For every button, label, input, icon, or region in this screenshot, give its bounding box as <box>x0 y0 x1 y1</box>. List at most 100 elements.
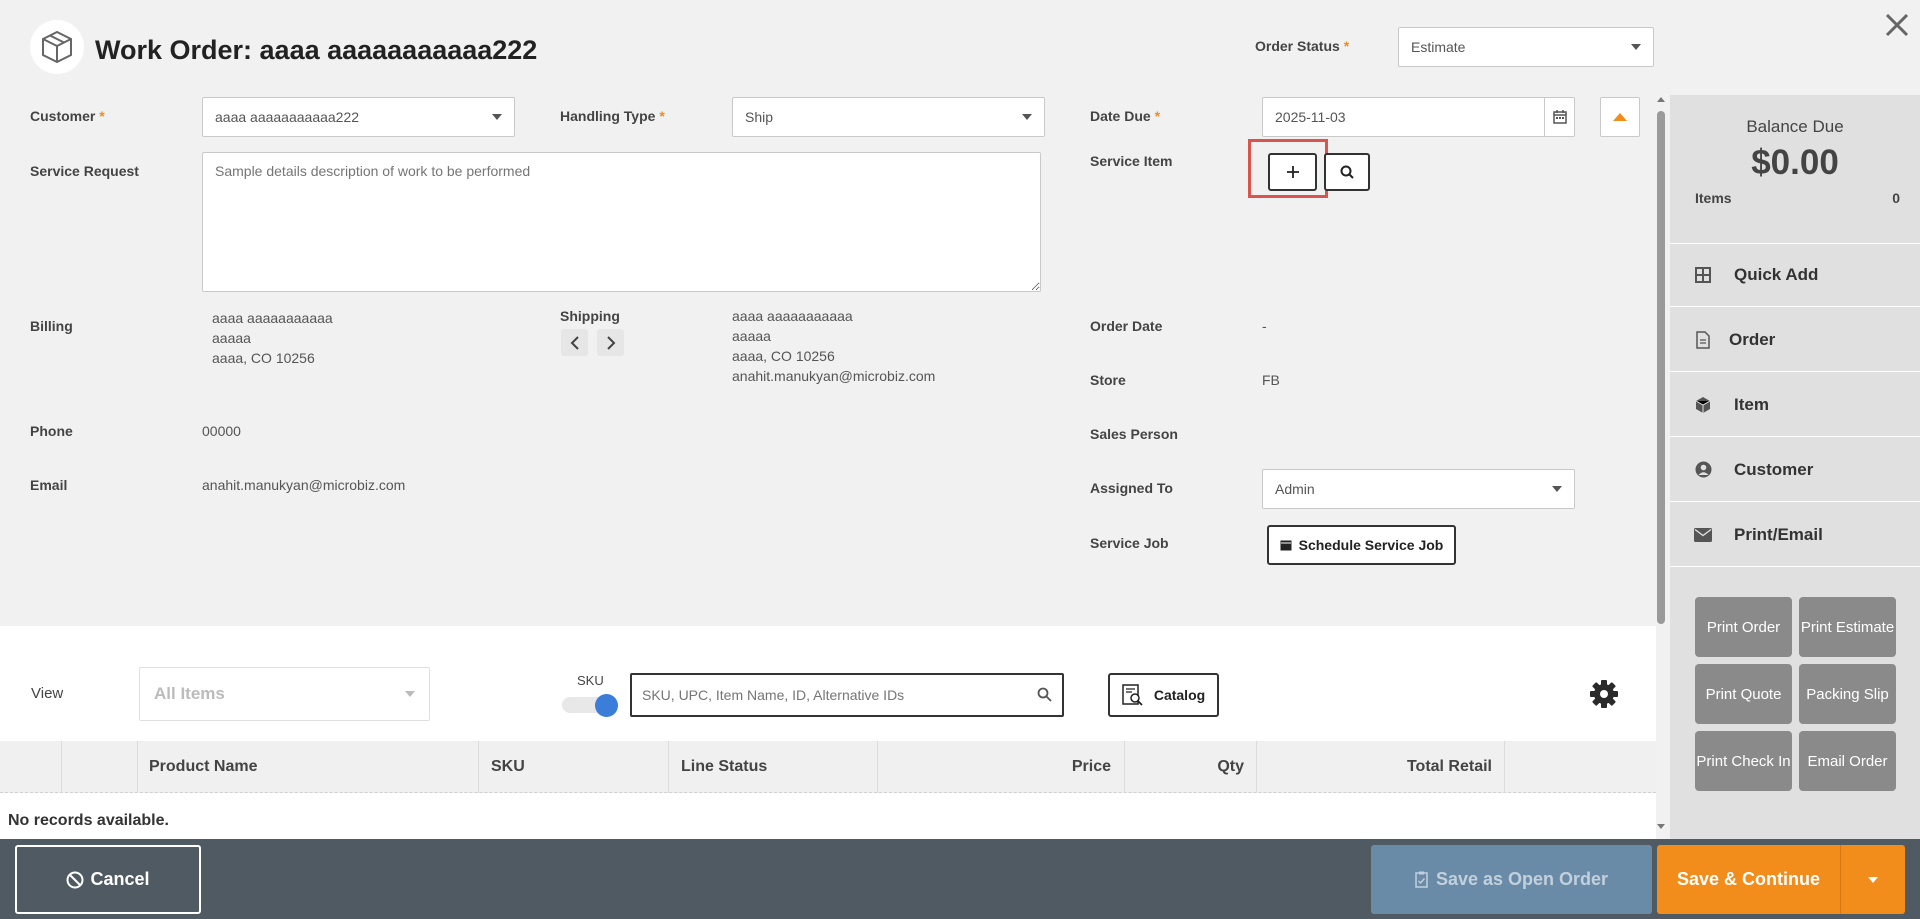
form-scrollbar[interactable] <box>1656 97 1666 627</box>
store-value: FB <box>1262 372 1280 388</box>
catalog-button[interactable]: Catalog <box>1108 673 1219 717</box>
sales-person-label: Sales Person <box>1090 426 1178 442</box>
save-open-order-button[interactable]: Save as Open Order <box>1371 845 1652 914</box>
sidebar-item-label: Customer <box>1734 459 1814 479</box>
page-title: Work Order: aaaa aaaaaaaaaaa222 <box>95 35 538 65</box>
sidebar-item-quick-add[interactable]: Quick Add <box>1670 243 1920 307</box>
handling-type-select[interactable]: Ship <box>732 97 1045 137</box>
chevron-right-icon <box>606 335 615 350</box>
caret-up-icon <box>1613 113 1627 121</box>
date-due-input[interactable]: 2025-11-03 <box>1262 97 1575 137</box>
sku-toggle[interactable] <box>562 694 619 717</box>
column-header-sku[interactable]: SKU <box>479 741 669 793</box>
column-header-product-name[interactable]: Product Name <box>138 741 479 793</box>
prev-address-button[interactable] <box>561 329 588 356</box>
save-continue-button[interactable]: Save & Continue <box>1657 845 1840 914</box>
sidebar-item-item[interactable]: Item <box>1670 373 1920 437</box>
next-address-button[interactable] <box>597 329 624 356</box>
view-select[interactable]: All Items <box>139 667 430 721</box>
shipping-line: aaaa aaaaaaaaaaa <box>732 308 853 324</box>
chevron-down-icon <box>405 691 415 697</box>
sidebar-item-print-email[interactable]: Print/Email <box>1670 503 1920 567</box>
table-col-actions <box>62 741 138 793</box>
chevron-down-icon <box>1868 876 1878 883</box>
order-status-label: Order Status * <box>1255 38 1350 54</box>
print-order-button[interactable]: Print Order <box>1695 597 1792 657</box>
email-order-button[interactable]: Email Order <box>1799 731 1896 791</box>
email-label: Email <box>30 477 68 493</box>
sidebar-item-label: Print/Email <box>1734 524 1823 544</box>
phone-value: 00000 <box>202 423 241 439</box>
search-icon[interactable] <box>1037 687 1052 702</box>
shipping-address: aaaa aaaaaaaaaaa aaaaa aaaa, CO 10256 an… <box>732 306 935 386</box>
view-label: View <box>31 685 64 702</box>
shipping-line: aaaaa <box>732 328 771 344</box>
print-quote-button[interactable]: Print Quote <box>1695 664 1792 724</box>
cancel-button[interactable]: Cancel <box>15 845 201 914</box>
shipping-line: anahit.manukyan@microbiz.com <box>732 368 936 384</box>
sidebar-item-customer[interactable]: Customer <box>1670 438 1920 502</box>
email-value: anahit.manukyan@microbiz.com <box>202 477 406 493</box>
column-header-qty[interactable]: Qty <box>1125 741 1257 793</box>
packing-slip-button[interactable]: Packing Slip <box>1799 664 1896 724</box>
shipping-label: Shipping <box>560 308 620 324</box>
close-icon[interactable] <box>1882 10 1912 40</box>
empty-table-message: No records available. <box>8 812 169 829</box>
chevron-down-icon <box>1552 486 1562 492</box>
print-estimate-button[interactable]: Print Estimate <box>1799 597 1896 657</box>
billing-line: aaaaa <box>212 330 251 346</box>
handling-type-label: Handling Type * <box>560 108 665 124</box>
save-options-dropdown[interactable] <box>1840 845 1905 914</box>
customer-select[interactable]: aaaa aaaaaaaaaaa222 <box>202 97 515 137</box>
assigned-to-label: Assigned To <box>1090 480 1173 496</box>
items-count-label: Items <box>1695 190 1732 206</box>
billing-label: Billing <box>30 318 73 334</box>
assigned-to-select[interactable]: Admin <box>1262 469 1575 509</box>
shipping-line: aaaa, CO 10256 <box>732 348 835 364</box>
date-due-label: Date Due * <box>1090 108 1161 124</box>
items-panel <box>0 626 1656 839</box>
billing-address: aaaa aaaaaaaaaaa aaaaa aaaa, CO 10256 <box>212 308 333 368</box>
user-circle-icon <box>1692 461 1714 478</box>
collapse-button[interactable] <box>1600 97 1640 137</box>
sidebar-item-label: Order <box>1729 329 1776 349</box>
calendar-icon <box>1280 540 1292 551</box>
service-item-label: Service Item <box>1090 153 1173 169</box>
grid-icon <box>1692 267 1714 283</box>
column-header-price[interactable]: Price <box>878 741 1125 793</box>
billing-line: aaaa, CO 10256 <box>212 350 315 366</box>
gear-icon[interactable] <box>1589 679 1619 709</box>
item-search-field[interactable] <box>642 675 1022 715</box>
order-date-label: Order Date <box>1090 318 1163 334</box>
schedule-service-job-button[interactable]: Schedule Service Job <box>1267 525 1456 565</box>
table-col-select <box>0 741 62 793</box>
service-request-label: Service Request <box>30 163 139 179</box>
item-search-input[interactable] <box>630 673 1064 717</box>
box-icon <box>1692 396 1714 414</box>
phone-label: Phone <box>30 423 73 439</box>
chevron-down-icon <box>492 114 502 120</box>
service-request-textarea[interactable] <box>202 152 1041 292</box>
sidebar-item-label: Item <box>1734 394 1769 414</box>
calendar-icon[interactable] <box>1544 98 1574 136</box>
add-service-item-button[interactable] <box>1268 153 1317 191</box>
sidebar-item-order[interactable]: Order <box>1670 308 1920 372</box>
order-date-value: - <box>1262 318 1267 334</box>
chevron-left-icon <box>570 335 579 350</box>
billing-line: aaaa aaaaaaaaaaa <box>212 310 333 326</box>
items-count-value: 0 <box>1892 190 1900 206</box>
column-header-line-status[interactable]: Line Status <box>669 741 878 793</box>
order-status-select[interactable]: Estimate <box>1398 27 1654 67</box>
search-icon <box>1340 165 1354 179</box>
print-check-in-button[interactable]: Print Check In <box>1695 731 1792 791</box>
service-job-label: Service Job <box>1090 535 1169 551</box>
balance-due-label: Balance Due <box>1746 117 1844 136</box>
sidebar: Balance Due $0.00 Items 0 Quick Add Orde… <box>1670 95 1920 839</box>
catalog-search-icon <box>1122 684 1143 706</box>
search-service-item-button[interactable] <box>1324 153 1370 191</box>
envelope-icon <box>1692 527 1714 542</box>
sku-toggle-label: SKU <box>577 673 604 688</box>
ban-icon <box>66 871 84 888</box>
table-scrollbar[interactable] <box>1657 824 1665 829</box>
column-header-total-retail[interactable]: Total Retail <box>1257 741 1505 793</box>
